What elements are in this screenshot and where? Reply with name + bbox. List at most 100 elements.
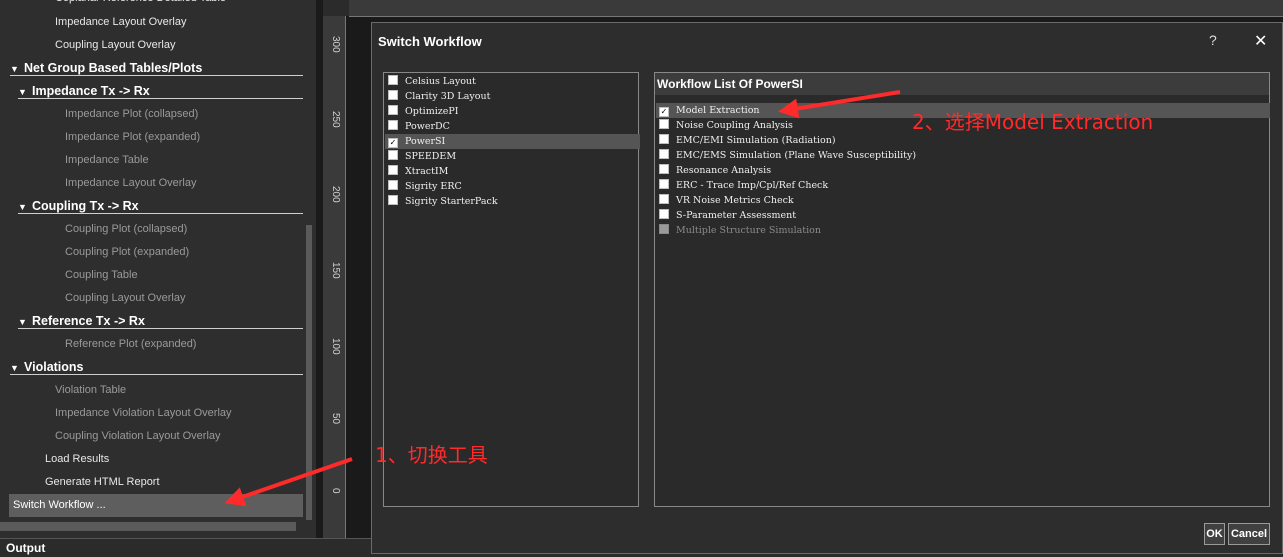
tree-item[interactable]: Impedance Table bbox=[65, 154, 149, 166]
tree-item[interactable]: Impedance Plot (collapsed) bbox=[65, 108, 198, 120]
checkbox[interactable] bbox=[388, 180, 398, 190]
tree-section-header[interactable]: ▼ Violations bbox=[10, 360, 303, 375]
list-item-label: Model Extraction bbox=[676, 105, 760, 116]
tree-item-label: Impedance Table bbox=[65, 154, 149, 166]
list-item[interactable]: SPEEDEM bbox=[388, 149, 456, 164]
tree-item-label: Load Results bbox=[45, 453, 110, 465]
tree-horizontal-scrollbar[interactable] bbox=[0, 522, 296, 531]
ruler-tick-label: 300 bbox=[330, 36, 341, 53]
tree-item[interactable]: Coupling Plot (collapsed) bbox=[65, 223, 187, 235]
list-item: Multiple Structure Simulation bbox=[659, 223, 821, 238]
tree-item[interactable]: Coupling Layout Overlay bbox=[55, 39, 175, 51]
list-item-label: Noise Coupling Analysis bbox=[676, 120, 793, 131]
checkbox[interactable] bbox=[388, 165, 398, 175]
list-item[interactable]: Celsius Layout bbox=[388, 74, 476, 89]
checkbox[interactable] bbox=[388, 75, 398, 85]
list-item-label: Sigrity ERC bbox=[405, 181, 462, 192]
expand-triangle-icon[interactable]: ▼ bbox=[18, 317, 32, 327]
tree-item-label: Coupling Tx -> Rx bbox=[32, 199, 139, 213]
left-ruler: 300 250 200 150 100 50 0 bbox=[323, 16, 346, 538]
list-item[interactable]: Resonance Analysis bbox=[659, 163, 771, 178]
checkbox-checked[interactable]: ✓ bbox=[659, 107, 669, 117]
tree-item-label: Impedance Layout Overlay bbox=[55, 16, 187, 28]
list-item[interactable]: Sigrity ERC bbox=[388, 179, 462, 194]
checkbox[interactable] bbox=[388, 150, 398, 160]
tree-item[interactable]: Load Results bbox=[45, 453, 109, 465]
tree-section-header[interactable]: ▼ Impedance Tx -> Rx bbox=[18, 84, 303, 99]
tree-section-header[interactable]: ▼ Net Group Based Tables/Plots bbox=[10, 61, 303, 76]
close-icon[interactable]: ✕ bbox=[1254, 31, 1267, 51]
list-item[interactable]: OptimizePI bbox=[388, 104, 459, 119]
tree-item[interactable]: Impedance Layout Overlay bbox=[65, 177, 196, 189]
expand-triangle-icon[interactable]: ▼ bbox=[18, 87, 32, 97]
ruler-tick-label: 250 bbox=[330, 111, 341, 128]
tree-item[interactable]: Coplanar Reference Detailed Table bbox=[55, 0, 226, 4]
tree-item-label: Coupling Plot (expanded) bbox=[65, 246, 190, 258]
ruler-tick-label: 0 bbox=[330, 488, 341, 494]
tree-item-label: Reference Plot (expanded) bbox=[65, 338, 197, 350]
tree-item[interactable]: Impedance Violation Layout Overlay bbox=[55, 407, 232, 419]
tree-item[interactable]: Coupling Violation Layout Overlay bbox=[55, 430, 221, 442]
switch-workflow-dialog: Switch Workflow ? ✕ Celsius Layout Clarit… bbox=[371, 22, 1283, 554]
checkbox[interactable] bbox=[388, 120, 398, 130]
checkbox[interactable] bbox=[388, 105, 398, 115]
checkbox bbox=[659, 224, 669, 234]
list-item[interactable]: Noise Coupling Analysis bbox=[659, 118, 793, 133]
tree-item[interactable]: Coupling Plot (expanded) bbox=[65, 246, 189, 258]
tree-item[interactable]: Coupling Layout Overlay bbox=[65, 292, 185, 304]
tree-item-label: Violation Table bbox=[55, 384, 127, 396]
tree-item-label: Impedance Plot (collapsed) bbox=[65, 108, 199, 120]
checkbox-checked[interactable]: ✓ bbox=[388, 138, 398, 148]
tree-item[interactable]: Violation Table bbox=[55, 384, 126, 396]
checkbox[interactable] bbox=[388, 90, 398, 100]
checkbox[interactable] bbox=[659, 164, 669, 174]
cancel-button[interactable]: Cancel bbox=[1228, 523, 1270, 545]
ruler-corner bbox=[323, 0, 350, 16]
switch-workflow-item[interactable]: Switch Workflow ... bbox=[9, 494, 303, 517]
list-item[interactable]: Clarity 3D Layout bbox=[388, 89, 490, 104]
checkbox[interactable] bbox=[659, 149, 669, 159]
tree-section-header[interactable]: ▼ Reference Tx -> Rx bbox=[18, 314, 303, 329]
top-ruler bbox=[349, 0, 1283, 17]
list-item[interactable]: ✓ PowerSI bbox=[385, 134, 640, 149]
tree-item[interactable]: Reference Plot (expanded) bbox=[65, 338, 196, 350]
checkbox[interactable] bbox=[659, 194, 669, 204]
list-item[interactable]: EMC/EMS Simulation (Plane Wave Susceptib… bbox=[659, 148, 916, 163]
list-item-label: Clarity 3D Layout bbox=[405, 91, 491, 102]
list-item[interactable]: Sigrity StarterPack bbox=[388, 194, 498, 209]
expand-triangle-icon[interactable]: ▼ bbox=[10, 363, 24, 373]
help-icon[interactable]: ? bbox=[1209, 32, 1217, 48]
expand-triangle-icon[interactable]: ▼ bbox=[18, 202, 32, 212]
expand-triangle-icon[interactable]: ▼ bbox=[10, 64, 24, 74]
tree-item-label: Coupling Layout Overlay bbox=[55, 39, 176, 51]
list-item-label: PowerDC bbox=[405, 121, 450, 132]
tree-item-label: Impedance Violation Layout Overlay bbox=[55, 407, 232, 419]
tree-section-header[interactable]: ▼ Coupling Tx -> Rx bbox=[18, 199, 303, 214]
list-item[interactable]: S-Parameter Assessment bbox=[659, 208, 796, 223]
tree-item[interactable]: Impedance Layout Overlay bbox=[55, 16, 186, 28]
list-item[interactable]: VR Noise Metrics Check bbox=[659, 193, 794, 208]
tree-item-label: Impedance Tx -> Rx bbox=[32, 84, 150, 98]
checkbox[interactable] bbox=[659, 119, 669, 129]
checkbox[interactable] bbox=[388, 195, 398, 205]
ok-button[interactable]: OK bbox=[1204, 523, 1225, 545]
list-item[interactable]: PowerDC bbox=[388, 119, 450, 134]
checkbox[interactable] bbox=[659, 134, 669, 144]
tree-item-label: Coupling Plot (collapsed) bbox=[65, 223, 188, 235]
tree-item[interactable]: Generate HTML Report bbox=[45, 476, 160, 488]
checkbox[interactable] bbox=[659, 209, 669, 219]
tree-item-label: Generate HTML Report bbox=[45, 476, 160, 488]
tree-scrollbar-thumb[interactable] bbox=[306, 225, 312, 520]
list-item[interactable]: EMC/EMI Simulation (Radiation) bbox=[659, 133, 836, 148]
list-item[interactable]: ERC - Trace Imp/Cpl/Ref Check bbox=[659, 178, 828, 193]
list-item-label: Celsius Layout bbox=[405, 76, 476, 87]
ruler-tick-label: 150 bbox=[330, 262, 341, 279]
checkbox[interactable] bbox=[659, 179, 669, 189]
tree-item-label: Net Group Based Tables/Plots bbox=[24, 61, 203, 75]
tree-item[interactable]: Impedance Plot (expanded) bbox=[65, 131, 200, 143]
list-item-label: PowerSI bbox=[405, 136, 446, 147]
list-item-label: EMC/EMI Simulation (Radiation) bbox=[676, 135, 836, 146]
list-item[interactable]: XtractIM bbox=[388, 164, 448, 179]
tree-item[interactable]: Coupling Table bbox=[65, 269, 138, 281]
list-item-label: Sigrity StarterPack bbox=[405, 196, 498, 207]
